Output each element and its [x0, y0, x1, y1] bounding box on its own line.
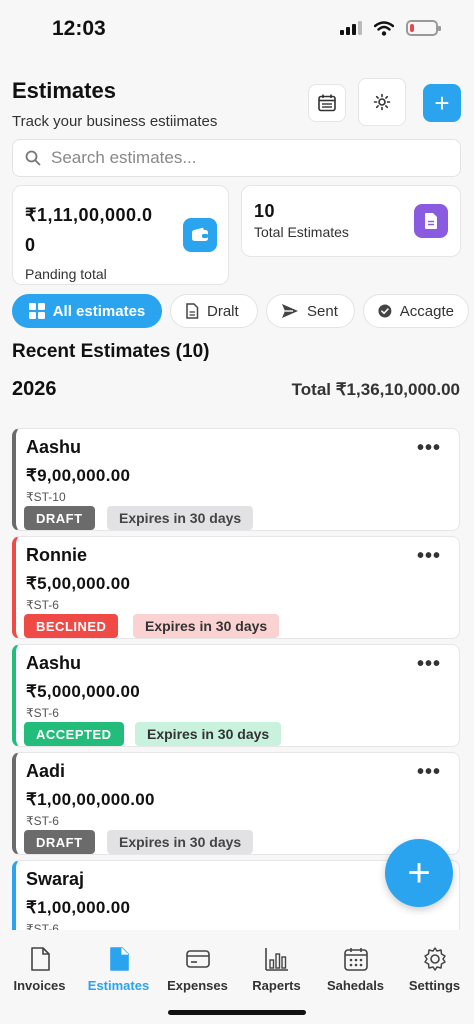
invoice-icon	[30, 947, 50, 971]
status-badge: ACCEPTED	[24, 722, 124, 746]
estimate-number: ₹ST-6	[26, 598, 59, 612]
status-time: 12:03	[52, 17, 106, 40]
more-options-button[interactable]: •••	[417, 653, 441, 676]
tab-label: Sahedals	[326, 978, 385, 993]
settings-button[interactable]	[358, 78, 406, 126]
pending-total-value-wrap: 0	[25, 235, 36, 255]
estimate-card[interactable]: Aadi ••• ₹1,00,00,000.00 ₹ST-6 DRAFT Exp…	[12, 752, 460, 855]
signal-icon	[340, 21, 362, 35]
estimate-amount: ₹5,00,000.00	[26, 574, 131, 593]
wifi-icon	[374, 20, 394, 36]
expiry-badge: Expires in 30 days	[135, 722, 282, 746]
grid-icon	[28, 303, 45, 319]
tab-label: Estimates	[87, 978, 150, 993]
client-name: Ronnie	[26, 545, 87, 565]
estimate-card[interactable]: Aashu ••• ₹9,00,000.00 ₹ST-10 DRAFT Expi…	[12, 428, 460, 531]
tab-label: Raperts	[252, 978, 301, 993]
recent-estimates-title: Recent Estimates (10)	[12, 341, 210, 362]
bar-chart-icon	[264, 948, 288, 971]
estimate-icon	[109, 947, 129, 971]
tab-label: Invoices	[13, 978, 66, 993]
expiry-badge: Expires in 30 days	[107, 506, 254, 530]
tab-schedules[interactable]: Sahedals	[316, 930, 395, 1024]
total-estimates-card[interactable]: 10 Total Estimates	[241, 185, 461, 257]
tab-settings[interactable]: Settings	[395, 930, 474, 1024]
more-options-button[interactable]: •••	[417, 437, 441, 460]
filter-label: Dralt	[207, 302, 239, 320]
status-badge: DRAFT	[24, 506, 95, 530]
client-name: Aashu	[26, 437, 82, 457]
add-estimate-button[interactable]: +	[423, 84, 461, 122]
client-name: Aadi	[26, 761, 66, 781]
filter-chips: All estimates Dralt Sent Accagte	[12, 294, 474, 330]
year-heading: 2026	[12, 378, 57, 400]
estimate-amount: ₹1,00,000.00	[26, 898, 131, 917]
estimate-amount: ₹5,000,000.00	[26, 682, 140, 701]
year-total: Total ₹1,36,10,000.00	[291, 380, 460, 399]
search-icon	[25, 150, 41, 166]
filter-draft[interactable]: Dralt	[170, 294, 258, 328]
estimate-card[interactable]: Ronnie ••• ₹5,00,000.00 ₹ST-6 BECLINED E…	[12, 536, 460, 639]
document-icon	[186, 303, 199, 319]
calendar-button[interactable]	[308, 84, 346, 122]
gear-icon	[373, 93, 391, 111]
tab-label: Settings	[408, 978, 461, 993]
expiry-badge: Expires in 30 days	[107, 830, 254, 854]
client-name: Swaraj	[26, 869, 85, 889]
new-estimate-fab[interactable]: +	[385, 839, 453, 907]
status-icons	[340, 20, 441, 36]
search-bar[interactable]	[12, 139, 461, 177]
document-icon	[414, 204, 448, 238]
calendar-icon	[318, 94, 336, 112]
calendar-icon	[343, 948, 368, 971]
estimate-amount: ₹1,00,00,000.00	[26, 790, 155, 809]
battery-icon	[406, 20, 441, 36]
more-options-button[interactable]: •••	[417, 761, 441, 784]
total-estimates-label: Total Estimates	[254, 224, 349, 240]
more-options-button[interactable]: •••	[417, 545, 441, 568]
gear-icon	[423, 947, 446, 971]
filter-sent[interactable]: Sent	[266, 294, 355, 328]
check-circle-icon	[378, 304, 392, 318]
filter-label: Accagte	[399, 302, 454, 320]
filter-label: All estimates	[52, 302, 146, 320]
tab-label: Expenses	[167, 978, 228, 993]
pending-total-label: Panding total	[25, 266, 107, 282]
tab-invoices[interactable]: Invoices	[0, 930, 79, 1024]
estimate-card[interactable]: Aashu ••• ₹5,000,000.00 ₹ST-6 ACCEPTED E…	[12, 644, 460, 747]
search-input[interactable]	[51, 148, 431, 168]
estimate-amount: ₹9,00,000.00	[26, 466, 131, 485]
page-header: Estimates Track your business estiimates…	[12, 78, 462, 130]
status-badge: DRAFT	[24, 830, 95, 854]
card-icon	[185, 950, 210, 968]
client-name: Aashu	[26, 653, 82, 673]
pending-total-value: ₹1,11,00,000.0	[25, 205, 153, 225]
status-badge: BECLINED	[24, 614, 119, 638]
tab-estimates[interactable]: Estimates	[79, 930, 158, 1024]
estimate-number: ₹ST-10	[26, 490, 66, 504]
estimate-number: ₹ST-6	[26, 706, 59, 720]
filter-accepted[interactable]: Accagte	[363, 294, 469, 328]
total-estimates-value: 10	[254, 201, 276, 221]
expiry-badge: Expires in 30 days	[133, 614, 280, 638]
filter-label: Sent	[307, 302, 338, 320]
status-bar: 12:03	[0, 0, 474, 58]
send-icon	[282, 304, 298, 318]
pending-total-card[interactable]: ₹1,11,00,000.0 0 Panding total	[12, 185, 229, 285]
home-indicator	[168, 1010, 306, 1015]
estimate-number: ₹ST-6	[26, 814, 59, 828]
wallet-icon	[183, 218, 217, 252]
filter-all-estimates[interactable]: All estimates	[12, 294, 162, 328]
